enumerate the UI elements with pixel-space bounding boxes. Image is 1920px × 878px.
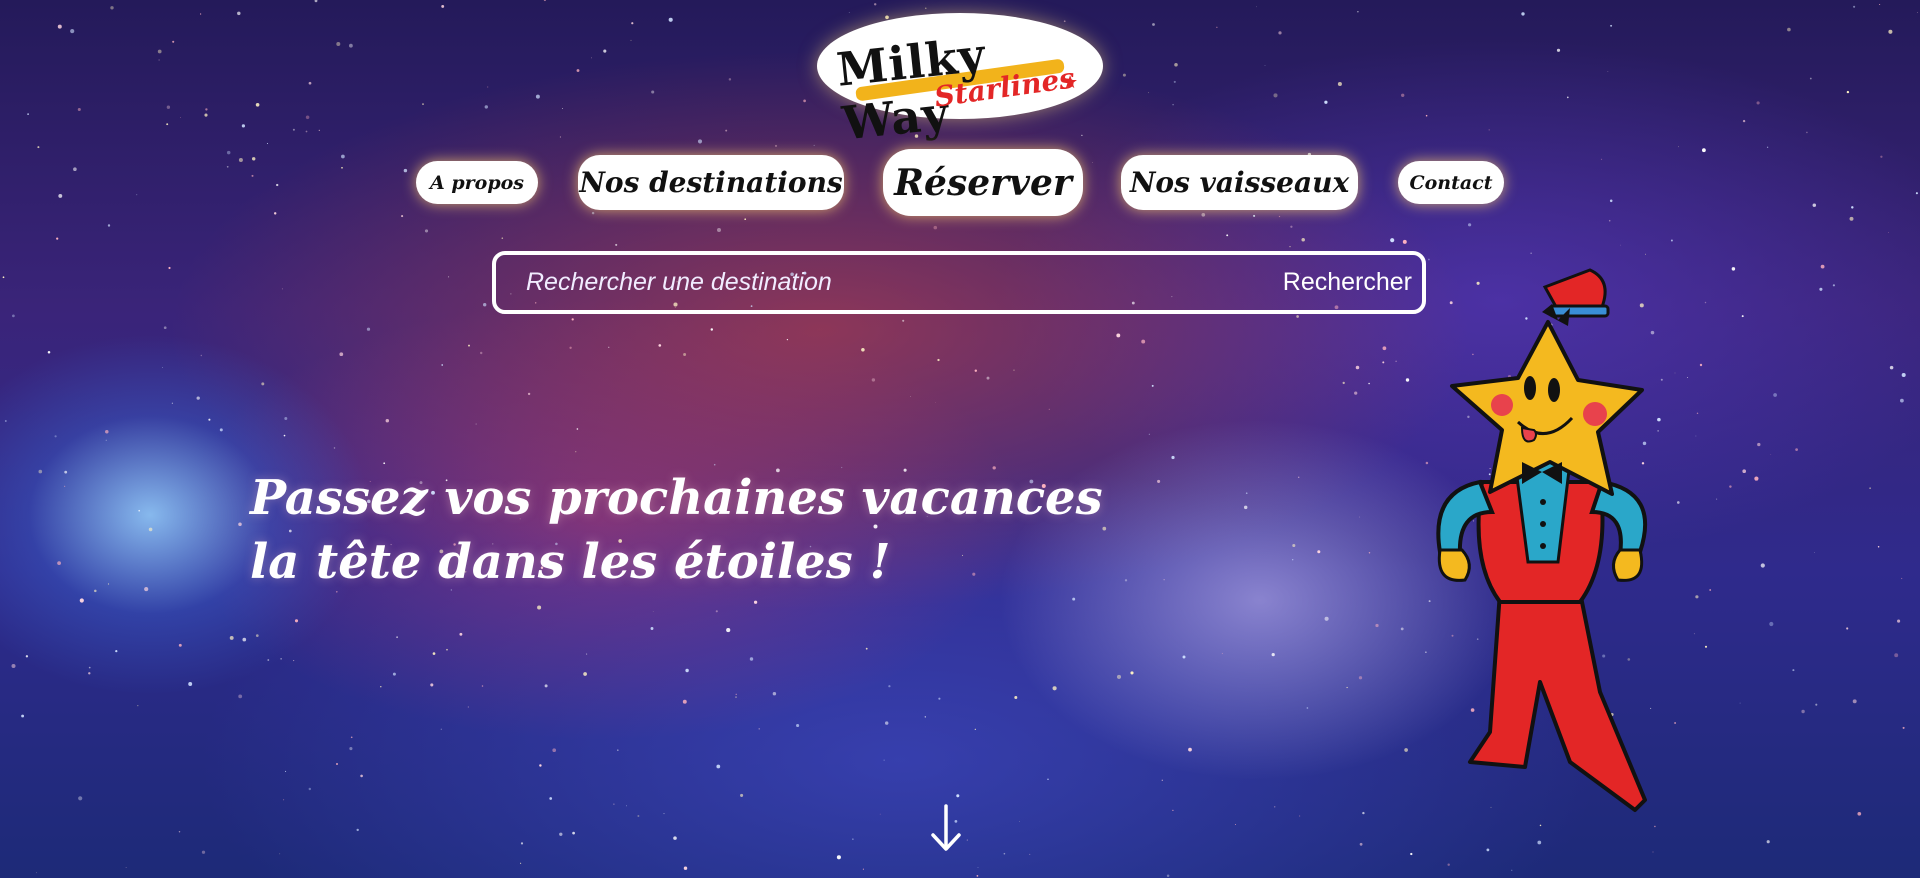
- hero-line-2: la tête dans les étoiles !: [250, 534, 891, 590]
- nav-contact-button[interactable]: Contact: [1398, 161, 1504, 204]
- nav-book-button[interactable]: Réserver: [883, 149, 1083, 216]
- search-input[interactable]: [496, 255, 1283, 310]
- hero-headline: Passez vos prochaines vacances la tête d…: [250, 466, 1103, 594]
- nav-destinations-button[interactable]: Nos destinations: [578, 155, 844, 210]
- star-mascot-illustration: [1436, 268, 1648, 812]
- hero-line-1: Passez vos prochaines vacances: [250, 470, 1103, 526]
- search-bar: Rechercher: [492, 251, 1426, 314]
- nav-about-button[interactable]: A propos: [416, 161, 538, 204]
- nav-ships-button[interactable]: Nos vaisseaux: [1121, 155, 1358, 210]
- search-button[interactable]: Rechercher: [1283, 268, 1412, 297]
- arrow-down-icon[interactable]: [928, 802, 964, 854]
- site-logo[interactable]: Milky Way Starlines ★: [817, 13, 1103, 151]
- logo-star-icon: ★: [1062, 72, 1079, 93]
